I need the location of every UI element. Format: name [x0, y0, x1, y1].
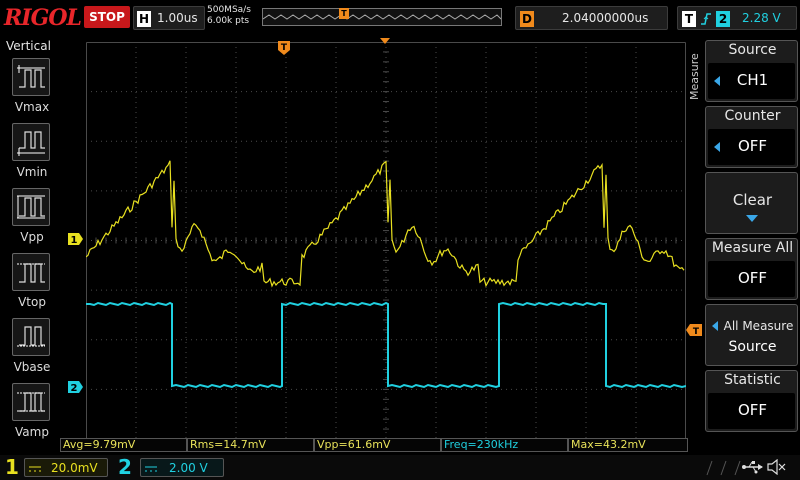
delay-value: 2.04000000us — [562, 11, 649, 25]
waveform-display[interactable] — [86, 42, 686, 439]
trigger-position-label: T — [281, 43, 288, 53]
vmin-icon — [12, 123, 50, 161]
vamp-label: Vamp — [15, 425, 49, 439]
statistic-value-box: OFF — [708, 393, 795, 429]
all-measure-title: All Measure — [723, 319, 794, 333]
measurement-results-bar: Avg=9.79mV Rms=14.7mV Vpp=61.6mV Freq=23… — [60, 438, 688, 452]
measure-all-value-box: OFF — [708, 261, 795, 297]
trigger-level: 2.28 V — [742, 11, 781, 25]
delay-box[interactable]: D 2.04000000us — [515, 6, 668, 30]
vbase-icon — [12, 318, 50, 356]
waveform-screen — [86, 42, 686, 439]
usb-icon — [742, 461, 763, 474]
measure-vpp[interactable]: Vpp — [10, 188, 54, 248]
trigger-key: T — [682, 11, 696, 27]
trigger-level-label: T — [693, 327, 700, 336]
clear-title: Clear — [732, 191, 773, 209]
vmax-label: Vmax — [14, 100, 50, 114]
measure-vbase[interactable]: Vbase — [10, 318, 54, 378]
delay-key: D — [520, 11, 534, 27]
source-value-box: CH1 — [708, 63, 795, 99]
sample-rate: 500MSa/s — [207, 5, 251, 15]
center-marker-icon — [380, 38, 390, 44]
memory-waveform-preview — [262, 14, 502, 20]
vmin-label: Vmin — [16, 165, 48, 179]
counter-title: Counter — [724, 108, 781, 124]
ch1-scale: 20.0mV — [51, 461, 98, 475]
dc-coupling-icon — [29, 466, 41, 472]
measure-softkey-menu: Source CH1 Counter OFF Clear Measure All… — [705, 40, 800, 432]
counter-softkey[interactable]: Counter OFF — [705, 106, 798, 168]
measurement-avg[interactable]: Avg=9.79mV — [60, 438, 187, 452]
panel-title: Vertical — [6, 39, 51, 53]
statistic-softkey[interactable]: Statistic OFF — [705, 370, 798, 432]
vtop-label: Vtop — [18, 295, 46, 309]
top-status-bar: RIGOL STOP H 1.00us 500MSa/s 6.00k pts T… — [0, 0, 800, 36]
all-measure-value: Source — [728, 339, 777, 355]
vertical-measure-panel: Vertical Vmax Vmin Vpp Vtop Vbase Vamp — [0, 36, 62, 456]
counter-value: OFF — [737, 137, 768, 155]
timebase-value: 1.00us — [157, 11, 198, 25]
chevron-down-icon — [746, 215, 758, 222]
ch2-offset-marker[interactable]: 2 — [68, 381, 84, 393]
ch2-offset-label: 2 — [71, 383, 78, 393]
memory-trigger-marker: T — [339, 8, 349, 19]
vtop-icon — [12, 253, 50, 291]
ch1-number[interactable]: 1 — [2, 455, 22, 480]
ch2-scale: 2.00 V — [169, 461, 208, 475]
measure-menu-tab: Measure — [686, 40, 704, 106]
acquisition-info: 500MSa/s 6.00k pts — [207, 5, 251, 27]
clear-softkey[interactable]: Clear — [705, 172, 798, 234]
measurement-max[interactable]: Max=43.2mV — [568, 438, 688, 452]
all-measure-source-softkey[interactable]: All Measure Source — [705, 304, 798, 366]
trigger-level-marker[interactable]: T — [686, 324, 702, 336]
vamp-icon — [12, 383, 50, 421]
measure-vmax[interactable]: Vmax — [10, 58, 54, 118]
source-value: CH1 — [736, 71, 769, 89]
counter-value-box: OFF — [708, 129, 795, 165]
trigger-position-marker[interactable]: T — [277, 40, 291, 56]
vpp-label: Vpp — [20, 230, 44, 244]
measure-menu-label: Measure — [688, 53, 701, 100]
ch1-waveform — [86, 160, 685, 288]
source-title: Source — [728, 42, 777, 58]
measurement-rms[interactable]: Rms=14.7mV — [187, 438, 314, 452]
ch2-number[interactable]: 2 — [115, 455, 135, 480]
measurement-freq[interactable]: Freq=230kHz — [441, 438, 568, 452]
rising-edge-icon — [701, 13, 711, 25]
vbase-label: Vbase — [13, 360, 51, 374]
measure-vamp[interactable]: Vamp — [10, 383, 54, 443]
vmax-icon — [12, 58, 50, 96]
ch1-offset-marker[interactable]: 1 — [68, 233, 84, 245]
dc-coupling-icon — [145, 466, 157, 472]
statistic-value: OFF — [737, 401, 768, 419]
memory-depth: 6.00k pts — [207, 16, 250, 26]
memory-position-bar[interactable] — [262, 8, 502, 26]
channel-status-bar: 1 20.0mV 2 2.00 V — [0, 455, 800, 480]
statistic-title: Statistic — [724, 372, 781, 388]
ch1-scale-box[interactable]: 20.0mV — [24, 458, 108, 477]
ch1-offset-label: 1 — [71, 235, 78, 245]
trigger-source: 2 — [716, 11, 730, 27]
run-stop-status[interactable]: STOP — [84, 6, 130, 28]
timebase-box[interactable]: H 1.00us — [133, 6, 205, 30]
measure-all-softkey[interactable]: Measure All OFF — [705, 238, 798, 300]
measure-all-title: Measure All — [711, 240, 794, 256]
vpp-icon — [12, 188, 50, 226]
measure-vmin[interactable]: Vmin — [10, 123, 54, 183]
timebase-key: H — [137, 11, 151, 27]
source-softkey[interactable]: Source CH1 — [705, 40, 798, 102]
measure-all-value: OFF — [737, 269, 768, 287]
mute-speaker-icon[interactable] — [766, 459, 786, 475]
measurement-vpp[interactable]: Vpp=61.6mV — [314, 438, 441, 452]
ch2-scale-box[interactable]: 2.00 V — [140, 458, 224, 477]
measure-vtop[interactable]: Vtop — [10, 253, 54, 313]
trigger-box[interactable]: T 2 2.28 V — [677, 6, 797, 30]
ch2-waveform — [86, 301, 686, 389]
rigol-logo: RIGOL — [4, 5, 82, 31]
